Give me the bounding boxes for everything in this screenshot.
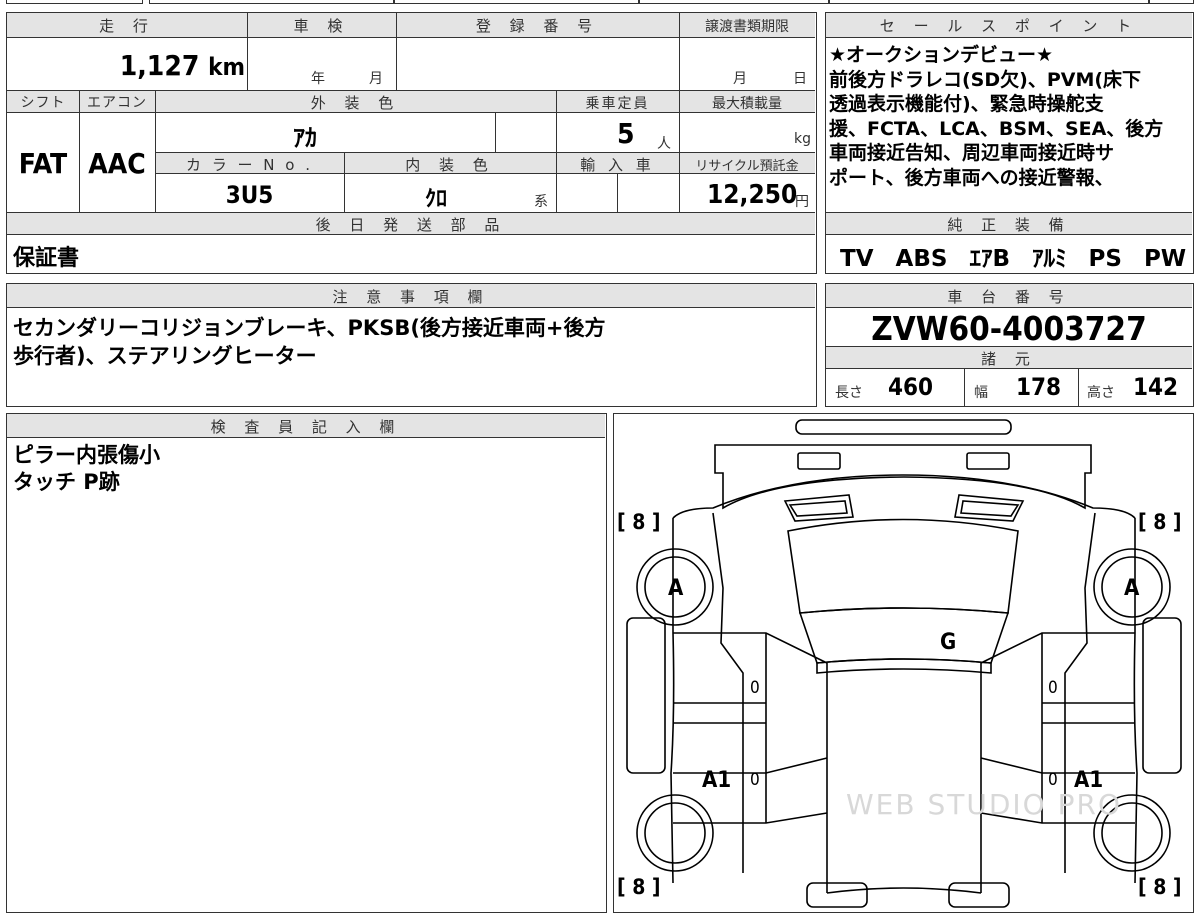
door-mark-right-front: 0 bbox=[1048, 678, 1058, 698]
damage-mark-front-left: A bbox=[668, 576, 684, 601]
damage-mark-rear-left: A1 bbox=[702, 768, 732, 793]
height-value: 142 bbox=[1133, 373, 1179, 401]
tire-tread-front-right: [ 8 ] bbox=[1138, 510, 1182, 534]
damage-mark-front-right: A bbox=[1124, 576, 1140, 601]
inspector-notes: ピラー内張傷小 タッチ P跡 bbox=[13, 442, 160, 496]
length-label: 長さ bbox=[835, 385, 863, 401]
sales-point-line: 透過表示機能付)、緊急時操舵支 bbox=[829, 93, 1104, 115]
tire-tread-front-left: [ 8 ] bbox=[617, 510, 661, 534]
door-mark-left-front: 0 bbox=[750, 678, 760, 698]
inspector-header: 検 査 員 記 入 欄 bbox=[210, 418, 402, 436]
top-strip-cell-6 bbox=[1149, 0, 1194, 4]
max-load-unit: kg bbox=[794, 131, 811, 147]
notes-text: セカンダリーコリジョンブレーキ、PKSB(後方接近車両+後方 歩行者)、ステアリ… bbox=[13, 314, 606, 370]
shift-header: シフト bbox=[20, 95, 66, 111]
tire-tread-rear-left: [ 8 ] bbox=[617, 875, 661, 899]
sales-point-header: セ ー ル ス ポ イ ン ト bbox=[879, 17, 1139, 35]
shaken-header: 車 検 bbox=[293, 17, 350, 35]
top-strip-cell-1 bbox=[6, 0, 143, 4]
color-number-header: カ ラ ー N o . bbox=[185, 156, 313, 174]
sales-point-line: ポート、後方車両への接近警報、 bbox=[829, 166, 1114, 189]
interior-color-value: ｸﾛ bbox=[425, 187, 448, 212]
interior-color-suffix: 系 bbox=[534, 194, 548, 210]
top-strip-cell-5 bbox=[829, 0, 1149, 4]
top-strip-cell-4 bbox=[639, 0, 829, 4]
equipment-item: ABS bbox=[895, 246, 948, 272]
inspector-note: タッチ P跡 bbox=[13, 470, 120, 494]
chassis-number-header: 車 台 番 号 bbox=[947, 288, 1071, 306]
sales-point-panel: セ ー ル ス ポ イ ン ト ★オークションデビュー★ 前後方ドラレコ(SD欠… bbox=[825, 12, 1194, 274]
shift-value: FAT bbox=[18, 147, 68, 180]
capacity-header: 乗車定員 bbox=[585, 96, 650, 112]
mileage-number: 1,127 bbox=[119, 49, 200, 82]
recycle-header: リサイクル預託金 bbox=[695, 159, 799, 174]
mileage-value: 1,127 km bbox=[67, 49, 245, 82]
max-load-header: 最大積載量 bbox=[712, 96, 782, 112]
width-value: 178 bbox=[1016, 373, 1062, 401]
transfer-deadline-header: 譲渡書類期限 bbox=[705, 19, 789, 35]
top-strip-cell-3 bbox=[394, 0, 639, 4]
equipment-list: TV ABS ｴｱB ｱﾙﾐ PS PW bbox=[840, 239, 1186, 273]
equipment-item: PW bbox=[1143, 246, 1187, 272]
equipment-item: ｴｱB bbox=[969, 246, 1010, 272]
recycle-fee-unit: 円 bbox=[795, 194, 809, 210]
aircon-value: AAC bbox=[88, 147, 146, 180]
notes-line: 歩行者)、ステアリングヒーター bbox=[13, 344, 317, 368]
capacity-value: 5 bbox=[617, 117, 635, 150]
capacity-unit: 人 bbox=[657, 136, 671, 152]
height-label: 高さ bbox=[1087, 385, 1115, 401]
notes-header: 注 意 事 項 欄 bbox=[332, 288, 490, 306]
later-parts-header: 後 日 発 送 部 品 bbox=[315, 216, 507, 234]
transfer-month-unit: 月 bbox=[733, 71, 747, 87]
mileage-header: 走 行 bbox=[99, 17, 155, 35]
exterior-color-value: ｱｶ bbox=[293, 124, 317, 152]
transfer-day-unit: 日 bbox=[793, 71, 807, 87]
equipment-item: ｱﾙﾐ bbox=[1031, 246, 1067, 272]
sales-point-text: ★オークションデビュー★ 前後方ドラレコ(SD欠)、PVM(床下 透過表示機能付… bbox=[829, 43, 1191, 190]
genuine-equipment-header: 純 正 装 備 bbox=[947, 216, 1071, 234]
sales-point-line: 車両接近告知、周辺車両接近時サ bbox=[829, 142, 1115, 164]
equipment-item: TV bbox=[840, 246, 874, 272]
inspector-panel: 検 査 員 記 入 欄 ピラー内張傷小 タッチ P跡 bbox=[6, 413, 607, 913]
equipment-item: PS bbox=[1088, 246, 1122, 272]
vehicle-info-table: 走 行 車 検 登 録 番 号 譲渡書類期限 シフト エアコン 外 装 色 乗車… bbox=[6, 12, 817, 274]
sales-point-line: 援、FCTA、LCA、BSM、SEA、後方 bbox=[829, 117, 1164, 140]
length-value: 460 bbox=[888, 373, 934, 401]
color-number-value: 3U5 bbox=[225, 181, 274, 209]
chassis-panel: 車 台 番 号 ZVW60-4003727 諸 元 長さ 460 幅 178 高… bbox=[825, 283, 1194, 407]
chassis-number-value: ZVW60-4003727 bbox=[871, 309, 1147, 348]
door-mark-left-rear: 0 bbox=[750, 770, 760, 790]
sales-point-line: ★オークションデビュー★ bbox=[829, 44, 1054, 66]
mileage-unit: km bbox=[208, 53, 245, 81]
car-damage-diagram: [ 8 ] [ 8 ] [ 8 ] [ 8 ] A A G 0 0 0 0 A1… bbox=[613, 413, 1194, 913]
width-label: 幅 bbox=[974, 385, 988, 401]
top-strip-cell-2 bbox=[149, 0, 394, 4]
import-header: 輸 入 車 bbox=[580, 156, 655, 174]
tire-tread-rear-right: [ 8 ] bbox=[1138, 875, 1182, 899]
registration-number-header: 登 録 番 号 bbox=[475, 17, 600, 35]
door-mark-right-rear: 0 bbox=[1048, 770, 1058, 790]
shaken-year-unit: 年 bbox=[311, 71, 325, 87]
shaken-month-unit: 月 bbox=[369, 71, 383, 87]
inspector-note: ピラー内張傷小 bbox=[13, 443, 160, 467]
interior-color-header: 内 装 色 bbox=[405, 156, 495, 174]
aircon-header: エアコン bbox=[87, 95, 147, 111]
specs-header: 諸 元 bbox=[981, 350, 1037, 368]
exterior-color-header: 外 装 色 bbox=[310, 94, 401, 112]
car-outline-svg bbox=[626, 419, 1182, 908]
damage-mark-windshield: G bbox=[940, 630, 957, 655]
later-parts-value: 保証書 bbox=[13, 246, 80, 271]
notes-line: セカンダリーコリジョンブレーキ、PKSB(後方接近車両+後方 bbox=[13, 316, 606, 340]
notes-panel: 注 意 事 項 欄 セカンダリーコリジョンブレーキ、PKSB(後方接近車両+後方… bbox=[6, 283, 817, 407]
sales-point-line: 前後方ドラレコ(SD欠)、PVM(床下 bbox=[829, 68, 1142, 91]
recycle-fee-value: 12,250 bbox=[707, 180, 798, 210]
watermark: WEB STUDIO PRO bbox=[846, 788, 1122, 821]
